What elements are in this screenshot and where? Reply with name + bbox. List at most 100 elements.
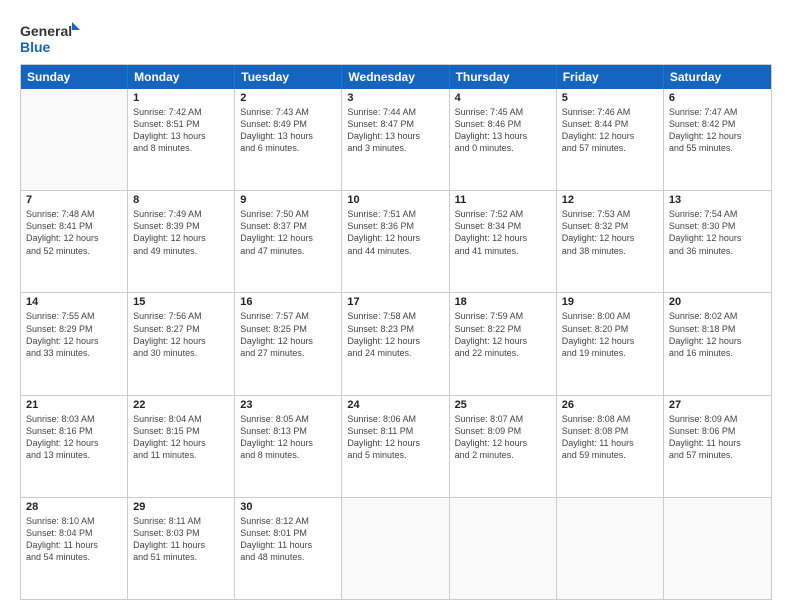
day-info: Sunrise: 8:07 AM Sunset: 8:09 PM Dayligh… bbox=[455, 413, 551, 462]
header-day-wednesday: Wednesday bbox=[342, 65, 449, 89]
day-cell-2: 2 Sunrise: 7:43 AM Sunset: 8:49 PM Daylig… bbox=[235, 89, 342, 190]
day-number: 14 bbox=[26, 296, 122, 308]
day-number: 17 bbox=[347, 296, 443, 308]
day-info: Sunrise: 7:44 AM Sunset: 8:47 PM Dayligh… bbox=[347, 106, 443, 155]
day-number: 23 bbox=[240, 399, 336, 411]
day-number: 20 bbox=[669, 296, 766, 308]
calendar-row-0: 1 Sunrise: 7:42 AM Sunset: 8:51 PM Daylig… bbox=[21, 89, 771, 190]
calendar-header: SundayMondayTuesdayWednesdayThursdayFrid… bbox=[21, 65, 771, 89]
day-cell-23: 23 Sunrise: 8:05 AM Sunset: 8:13 PM Dayli… bbox=[235, 396, 342, 497]
day-number: 27 bbox=[669, 399, 766, 411]
day-cell-20: 20 Sunrise: 8:02 AM Sunset: 8:18 PM Dayli… bbox=[664, 293, 771, 394]
day-info: Sunrise: 7:42 AM Sunset: 8:51 PM Dayligh… bbox=[133, 106, 229, 155]
day-number: 5 bbox=[562, 92, 658, 104]
header-day-friday: Friday bbox=[557, 65, 664, 89]
day-cell-3: 3Sunrise: 7:44 AM Sunset: 8:47 PM Daylig… bbox=[342, 89, 449, 190]
day-number: 2 bbox=[240, 92, 336, 104]
day-cell-27: 27 Sunrise: 8:09 AM Sunset: 8:06 PM Dayli… bbox=[664, 396, 771, 497]
day-info: Sunrise: 7:53 AM Sunset: 8:32 PM Dayligh… bbox=[562, 208, 658, 257]
day-cell-29: 29 Sunrise: 8:11 AM Sunset: 8:03 PM Dayli… bbox=[128, 498, 235, 599]
day-info: Sunrise: 7:45 AM Sunset: 8:46 PM Dayligh… bbox=[455, 106, 551, 155]
day-cell-8: 8 Sunrise: 7:49 AM Sunset: 8:39 PM Daylig… bbox=[128, 191, 235, 292]
day-info: Sunrise: 8:05 AM Sunset: 8:13 PM Dayligh… bbox=[240, 413, 336, 462]
calendar-body: 1 Sunrise: 7:42 AM Sunset: 8:51 PM Daylig… bbox=[21, 89, 771, 599]
day-cell-6: 6Sunrise: 7:47 AM Sunset: 8:42 PM Daylig… bbox=[664, 89, 771, 190]
calendar-row-4: 28 Sunrise: 8:10 AM Sunset: 8:04 PM Dayli… bbox=[21, 497, 771, 599]
day-info: Sunrise: 7:47 AM Sunset: 8:42 PM Dayligh… bbox=[669, 106, 766, 155]
day-cell-10: 10 Sunrise: 7:51 AM Sunset: 8:36 PM Dayli… bbox=[342, 191, 449, 292]
day-number: 26 bbox=[562, 399, 658, 411]
day-info: Sunrise: 7:49 AM Sunset: 8:39 PM Dayligh… bbox=[133, 208, 229, 257]
day-info: Sunrise: 7:55 AM Sunset: 8:29 PM Dayligh… bbox=[26, 310, 122, 359]
day-info: Sunrise: 7:52 AM Sunset: 8:34 PM Dayligh… bbox=[455, 208, 551, 257]
day-cell-21: 21Sunrise: 8:03 AM Sunset: 8:16 PM Dayli… bbox=[21, 396, 128, 497]
day-number: 25 bbox=[455, 399, 551, 411]
logo-svg: General Blue bbox=[20, 20, 80, 56]
day-number: 10 bbox=[347, 194, 443, 206]
empty-cell bbox=[21, 89, 128, 190]
day-cell-22: 22Sunrise: 8:04 AM Sunset: 8:15 PM Dayli… bbox=[128, 396, 235, 497]
day-cell-19: 19 Sunrise: 8:00 AM Sunset: 8:20 PM Dayli… bbox=[557, 293, 664, 394]
day-number: 24 bbox=[347, 399, 443, 411]
calendar: SundayMondayTuesdayWednesdayThursdayFrid… bbox=[20, 64, 772, 600]
day-cell-7: 7Sunrise: 7:48 AM Sunset: 8:41 PM Daylig… bbox=[21, 191, 128, 292]
day-number: 16 bbox=[240, 296, 336, 308]
day-cell-24: 24 Sunrise: 8:06 AM Sunset: 8:11 PM Dayli… bbox=[342, 396, 449, 497]
day-number: 11 bbox=[455, 194, 551, 206]
day-info: Sunrise: 7:57 AM Sunset: 8:25 PM Dayligh… bbox=[240, 310, 336, 359]
day-number: 9 bbox=[240, 194, 336, 206]
day-info: Sunrise: 7:51 AM Sunset: 8:36 PM Dayligh… bbox=[347, 208, 443, 257]
day-info: Sunrise: 8:08 AM Sunset: 8:08 PM Dayligh… bbox=[562, 413, 658, 462]
day-info: Sunrise: 7:46 AM Sunset: 8:44 PM Dayligh… bbox=[562, 106, 658, 155]
day-number: 15 bbox=[133, 296, 229, 308]
day-cell-5: 5 Sunrise: 7:46 AM Sunset: 8:44 PM Daylig… bbox=[557, 89, 664, 190]
day-info: Sunrise: 7:59 AM Sunset: 8:22 PM Dayligh… bbox=[455, 310, 551, 359]
day-info: Sunrise: 7:54 AM Sunset: 8:30 PM Dayligh… bbox=[669, 208, 766, 257]
day-number: 21 bbox=[26, 399, 122, 411]
header-day-thursday: Thursday bbox=[450, 65, 557, 89]
day-number: 18 bbox=[455, 296, 551, 308]
day-cell-13: 13Sunrise: 7:54 AM Sunset: 8:30 PM Dayli… bbox=[664, 191, 771, 292]
day-number: 29 bbox=[133, 501, 229, 513]
day-cell-9: 9 Sunrise: 7:50 AM Sunset: 8:37 PM Daylig… bbox=[235, 191, 342, 292]
day-info: Sunrise: 8:09 AM Sunset: 8:06 PM Dayligh… bbox=[669, 413, 766, 462]
day-number: 28 bbox=[26, 501, 122, 513]
header-day-saturday: Saturday bbox=[664, 65, 771, 89]
svg-text:Blue: Blue bbox=[20, 39, 51, 55]
day-info: Sunrise: 8:06 AM Sunset: 8:11 PM Dayligh… bbox=[347, 413, 443, 462]
calendar-row-2: 14 Sunrise: 7:55 AM Sunset: 8:29 PM Dayli… bbox=[21, 292, 771, 394]
day-info: Sunrise: 7:56 AM Sunset: 8:27 PM Dayligh… bbox=[133, 310, 229, 359]
day-number: 8 bbox=[133, 194, 229, 206]
empty-cell bbox=[664, 498, 771, 599]
day-number: 1 bbox=[133, 92, 229, 104]
day-cell-18: 18 Sunrise: 7:59 AM Sunset: 8:22 PM Dayli… bbox=[450, 293, 557, 394]
header: General Blue bbox=[20, 16, 772, 56]
day-cell-4: 4Sunrise: 7:45 AM Sunset: 8:46 PM Daylig… bbox=[450, 89, 557, 190]
day-info: Sunrise: 8:12 AM Sunset: 8:01 PM Dayligh… bbox=[240, 515, 336, 564]
page: General Blue SundayMondayTuesdayWednesda… bbox=[0, 0, 792, 612]
empty-cell bbox=[557, 498, 664, 599]
day-number: 12 bbox=[562, 194, 658, 206]
svg-text:General: General bbox=[20, 23, 72, 39]
day-cell-12: 12 Sunrise: 7:53 AM Sunset: 8:32 PM Dayli… bbox=[557, 191, 664, 292]
header-day-tuesday: Tuesday bbox=[235, 65, 342, 89]
day-cell-28: 28 Sunrise: 8:10 AM Sunset: 8:04 PM Dayli… bbox=[21, 498, 128, 599]
day-info: Sunrise: 8:02 AM Sunset: 8:18 PM Dayligh… bbox=[669, 310, 766, 359]
day-info: Sunrise: 8:04 AM Sunset: 8:15 PM Dayligh… bbox=[133, 413, 229, 462]
day-info: Sunrise: 7:50 AM Sunset: 8:37 PM Dayligh… bbox=[240, 208, 336, 257]
day-cell-25: 25 Sunrise: 8:07 AM Sunset: 8:09 PM Dayli… bbox=[450, 396, 557, 497]
day-cell-30: 30Sunrise: 8:12 AM Sunset: 8:01 PM Dayli… bbox=[235, 498, 342, 599]
day-cell-14: 14 Sunrise: 7:55 AM Sunset: 8:29 PM Dayli… bbox=[21, 293, 128, 394]
calendar-row-1: 7Sunrise: 7:48 AM Sunset: 8:41 PM Daylig… bbox=[21, 190, 771, 292]
day-number: 19 bbox=[562, 296, 658, 308]
day-number: 7 bbox=[26, 194, 122, 206]
empty-cell bbox=[342, 498, 449, 599]
calendar-row-3: 21Sunrise: 8:03 AM Sunset: 8:16 PM Dayli… bbox=[21, 395, 771, 497]
logo: General Blue bbox=[20, 20, 80, 56]
day-info: Sunrise: 8:00 AM Sunset: 8:20 PM Dayligh… bbox=[562, 310, 658, 359]
day-info: Sunrise: 7:43 AM Sunset: 8:49 PM Dayligh… bbox=[240, 106, 336, 155]
day-info: Sunrise: 8:10 AM Sunset: 8:04 PM Dayligh… bbox=[26, 515, 122, 564]
day-cell-16: 16 Sunrise: 7:57 AM Sunset: 8:25 PM Dayli… bbox=[235, 293, 342, 394]
day-cell-17: 17Sunrise: 7:58 AM Sunset: 8:23 PM Dayli… bbox=[342, 293, 449, 394]
day-info: Sunrise: 8:11 AM Sunset: 8:03 PM Dayligh… bbox=[133, 515, 229, 564]
